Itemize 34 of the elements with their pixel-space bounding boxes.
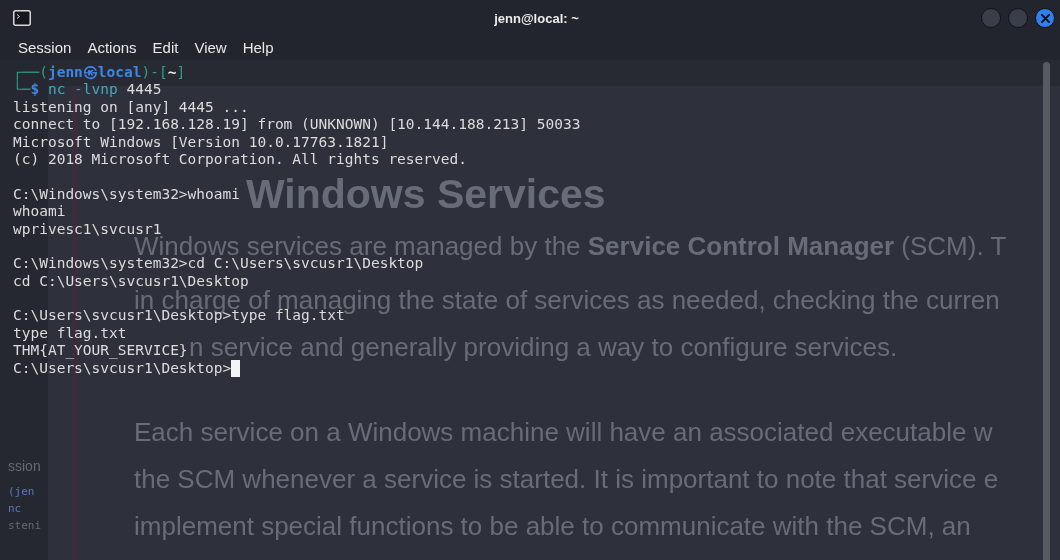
minimize-button[interactable] bbox=[981, 8, 1001, 28]
terminal-line: └─$ nc -lvnp 4445 bbox=[13, 81, 162, 99]
menu-item[interactable]: Actions bbox=[79, 38, 145, 58]
page-text-line: implement special functions to be able to communicate with the SCM, an bbox=[134, 512, 971, 540]
terminal-line: type flag.txt bbox=[13, 324, 127, 343]
terminal-line: wprivesc1\svcusr1 bbox=[13, 220, 162, 237]
terminal-line: cd C:\Users\svcusr1\Desktop bbox=[13, 272, 249, 289]
terminal-line: ┌──(jenn㉿local)-[~] bbox=[13, 64, 186, 81]
menu-item[interactable]: Edit bbox=[144, 38, 187, 58]
background-window-text: steni bbox=[8, 518, 42, 534]
page-heading: Windows Services bbox=[246, 175, 606, 213]
terminal-line: C:\Windows\system32>whoami bbox=[13, 185, 240, 204]
maximize-button[interactable] bbox=[1008, 8, 1028, 28]
menu-item[interactable]: View bbox=[186, 38, 235, 58]
close-button[interactable] bbox=[1035, 8, 1055, 28]
page-text-line: the SCM whenever a service is started. It is important to note that service e bbox=[134, 465, 999, 493]
menu-item[interactable]: Session bbox=[10, 38, 80, 58]
terminal-line: whoami bbox=[13, 203, 66, 221]
terminal-line: THM{AT_YOUR_SERVICE} bbox=[13, 342, 188, 360]
page-text-line: Each service on a Windows machine will have an associated executable w bbox=[134, 418, 993, 446]
terminal-line: (c) 2018 Microsoft Corporation. All rights reserved. bbox=[13, 150, 467, 169]
scrollbar[interactable] bbox=[1043, 62, 1050, 560]
page-text-line: n service and generally providing a way to configure services. bbox=[189, 333, 898, 361]
background-window-text: nc bbox=[8, 501, 22, 517]
background-window-text: ssion bbox=[8, 458, 41, 475]
terminal-line: C:\Users\svcusr1\Desktop> bbox=[13, 359, 232, 378]
terminal-line: Microsoft Windows [Version 10.0.17763.1821] bbox=[13, 133, 389, 151]
terminal-icon bbox=[13, 10, 31, 26]
background-window-text: (jen bbox=[8, 484, 35, 500]
terminal-line: connect to [192.168.128.19] from (UNKNOWN) [10.144.188.213] 50033 bbox=[13, 116, 581, 134]
close-icon bbox=[1040, 13, 1050, 23]
terminal-line: listening on [any] 4445 ... bbox=[13, 98, 249, 117]
window-title: jenn@local: ~ bbox=[494, 10, 579, 26]
menu-item[interactable]: Help bbox=[234, 38, 282, 58]
